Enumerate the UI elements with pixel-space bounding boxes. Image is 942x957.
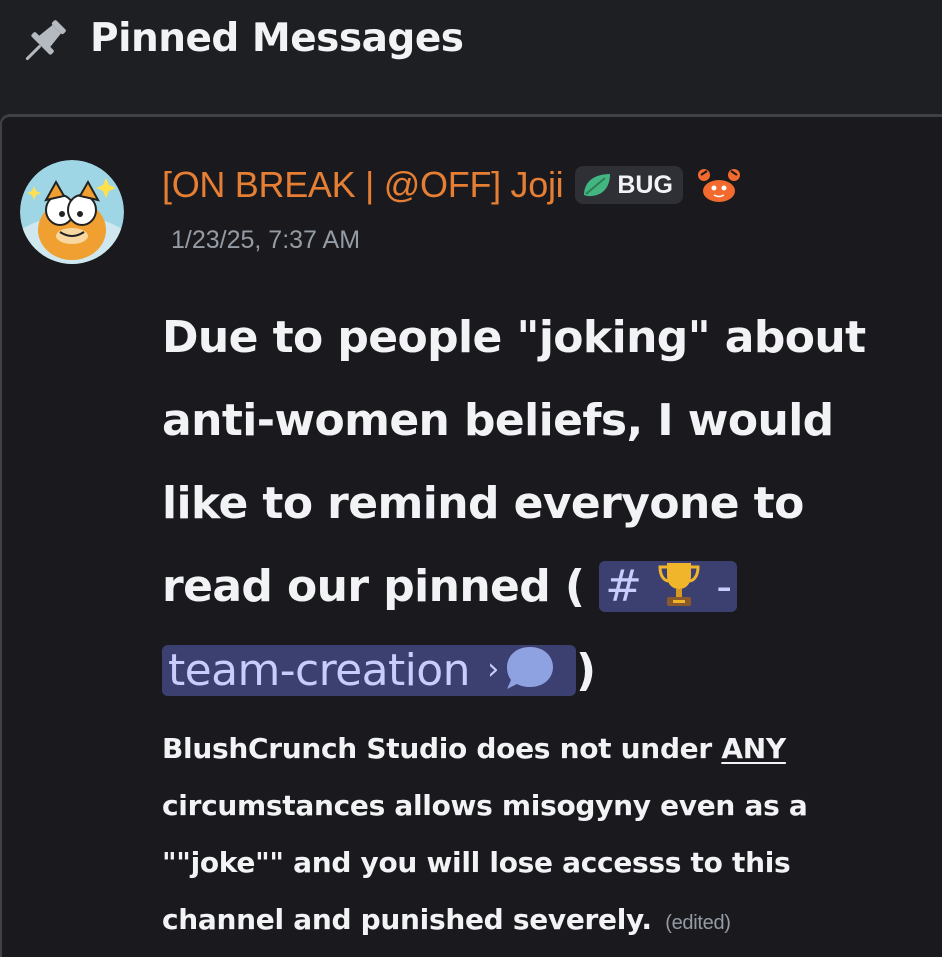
garfield-avatar-image	[20, 160, 124, 264]
body-text: BlushCrunch Studio does not under	[162, 732, 722, 765]
chevron-right-icon: ›	[487, 652, 499, 687]
pin-icon	[25, 20, 66, 61]
emphasis-text: ANY	[721, 732, 786, 765]
page-title: Pinned Messages	[90, 16, 464, 61]
message-body: BlushCrunch Studio does not under ANY ci…	[162, 720, 932, 948]
message-timestamp[interactable]: 1/23/25, 7:37 AM	[171, 226, 360, 255]
headline-text: read our pinned (	[162, 561, 585, 612]
body-line: channel and punished severely. (edited)	[162, 891, 932, 948]
chat-bubble-icon	[506, 647, 553, 689]
message-headline: Due to people "joking" about anti-women …	[162, 296, 932, 711]
headline-line: Due to people "joking" about	[162, 312, 866, 363]
body-line: ""joke"" and you will lose accesss to th…	[162, 846, 791, 879]
headline-line: team-creation › )	[162, 628, 932, 711]
leaf-icon	[584, 174, 611, 197]
pinned-messages-page: Pinned Messages [ON BREAK | @OFF] Joji B…	[0, 0, 942, 957]
channel-name: team-creation	[168, 645, 470, 696]
channel-dash: -	[716, 561, 732, 612]
channel-mention[interactable]: # -	[599, 561, 738, 612]
avatar[interactable]	[20, 160, 124, 264]
body-text: channel and punished severely.	[162, 903, 652, 936]
edited-label: (edited)	[665, 912, 731, 934]
channel-mention-continued[interactable]: team-creation ›	[162, 645, 577, 696]
author-name[interactable]: [ON BREAK | @OFF] Joji	[162, 164, 564, 206]
headline-text: )	[576, 645, 596, 696]
body-line: circumstances allows misogyny even as a	[162, 789, 808, 822]
crab-icon	[697, 169, 740, 202]
body-line: BlushCrunch Studio does not under ANY	[162, 720, 932, 777]
pinned-header: Pinned Messages	[0, 0, 942, 112]
message-author-row: [ON BREAK | @OFF] Joji BUG	[162, 160, 743, 210]
headline-line: read our pinned ( # -	[162, 545, 932, 628]
bug-badge-label: BUG	[617, 170, 673, 199]
bug-badge[interactable]: BUG	[575, 166, 683, 204]
headline-line: like to remind everyone to	[162, 478, 804, 529]
hash-icon: #	[605, 561, 642, 612]
headline-line: anti-women beliefs, I would	[162, 395, 834, 446]
trophy-icon	[658, 563, 700, 606]
